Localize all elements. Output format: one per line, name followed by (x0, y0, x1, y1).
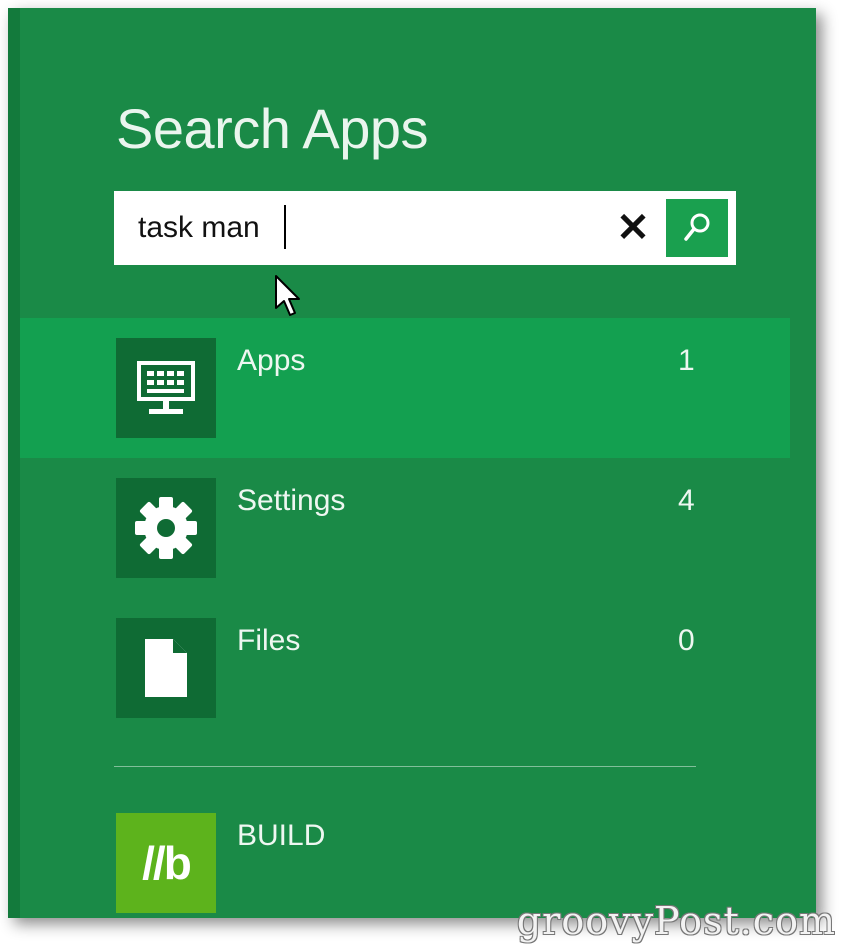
search-icon (684, 213, 710, 241)
result-settings[interactable]: Settings 4 (20, 458, 790, 598)
watermark: groovyPost.com (516, 899, 836, 943)
app-label: BUILD (237, 819, 326, 852)
page-title: Search Apps (116, 97, 429, 160)
clear-search-button[interactable]: ✕ (604, 199, 662, 257)
search-box: ✕ (114, 191, 736, 265)
search-input[interactable] (138, 191, 578, 265)
build-tile-text: //b (142, 837, 192, 889)
keyboard-monitor-icon (137, 361, 195, 414)
gear-icon (135, 497, 197, 559)
result-files[interactable]: Files 0 (20, 598, 790, 738)
result-label: Files (237, 624, 301, 657)
result-count: 0 (678, 624, 695, 657)
result-count: 4 (678, 484, 695, 517)
result-label: Settings (237, 484, 346, 517)
files-tile (116, 618, 216, 718)
result-apps[interactable]: Apps 1 (20, 318, 790, 458)
text-caret (284, 205, 286, 249)
file-icon (145, 639, 187, 697)
search-button[interactable] (666, 199, 728, 257)
build-logo: //b (116, 813, 216, 913)
result-label: Apps (237, 344, 306, 377)
mouse-pointer-icon (275, 275, 300, 316)
settings-tile (116, 478, 216, 578)
result-count: 1 (678, 344, 695, 377)
search-charm-panel: Search Apps ✕ (8, 8, 816, 918)
close-icon: ✕ (616, 206, 650, 250)
apps-tile (116, 338, 216, 438)
divider (114, 766, 696, 767)
